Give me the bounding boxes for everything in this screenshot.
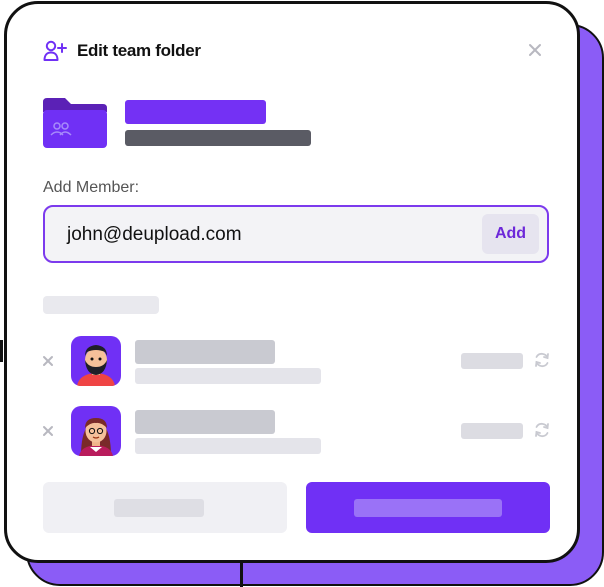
remove-icon[interactable] — [41, 354, 55, 368]
add-member-input-value[interactable]: john@deupload.com — [67, 224, 242, 246]
member-name-placeholder — [135, 340, 275, 364]
member-row — [41, 404, 561, 458]
left-connector — [0, 340, 3, 362]
member-row — [41, 334, 561, 388]
woman-avatar — [71, 406, 121, 456]
add-button[interactable]: Add — [482, 214, 539, 254]
folder-name-placeholder — [125, 100, 266, 124]
member-email-placeholder — [135, 368, 321, 384]
save-button[interactable] — [306, 482, 550, 533]
add-member-input[interactable]: john@deupload.com Add — [43, 205, 549, 263]
cancel-button-label-placeholder — [114, 499, 204, 517]
bearded-man-avatar — [71, 336, 121, 386]
refresh-icon[interactable] — [533, 351, 551, 369]
member-role-placeholder[interactable] — [461, 423, 523, 439]
remove-icon[interactable] — [41, 424, 55, 438]
edit-team-folder-dialog: Edit team folder Add Member: john@deuplo… — [4, 1, 580, 563]
team-folder-icon — [43, 98, 107, 148]
add-member-label: Add Member: — [43, 179, 140, 196]
dialog-title: Edit team folder — [77, 41, 201, 60]
folder-subtitle-placeholder — [125, 130, 311, 146]
member-name-placeholder — [135, 410, 275, 434]
members-heading-placeholder — [43, 296, 159, 314]
save-button-label-placeholder — [354, 499, 502, 517]
cancel-button[interactable] — [43, 482, 287, 533]
member-role-placeholder[interactable] — [461, 353, 523, 369]
member-email-placeholder — [135, 438, 321, 454]
add-user-icon — [43, 40, 67, 61]
refresh-icon[interactable] — [533, 421, 551, 439]
dialog-header: Edit team folder — [43, 40, 201, 62]
close-icon[interactable] — [527, 42, 543, 58]
